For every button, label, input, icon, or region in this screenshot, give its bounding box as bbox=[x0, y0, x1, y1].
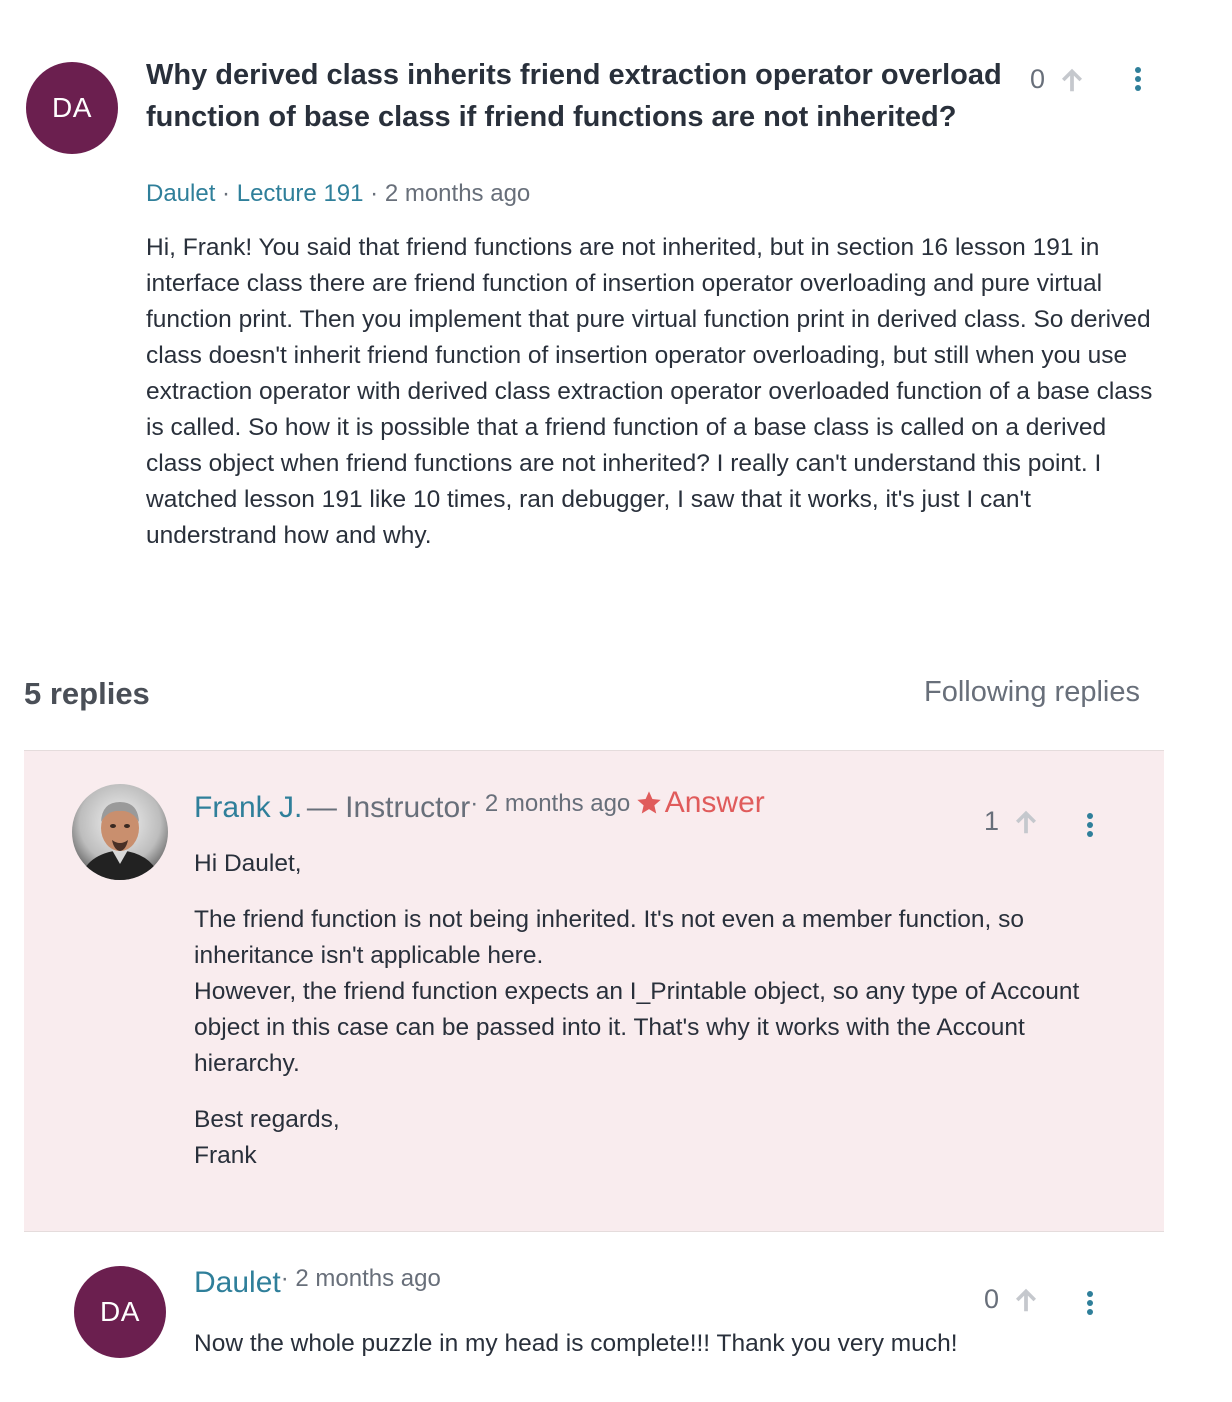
instructor-photo-image bbox=[72, 784, 168, 880]
reply-more-menu-icon[interactable] bbox=[1084, 1288, 1096, 1318]
avatar-initials: DA bbox=[100, 1296, 140, 1327]
star-icon bbox=[637, 791, 661, 814]
instructor-role: — Instructor bbox=[306, 791, 471, 824]
question-vote-count: 0 bbox=[1030, 64, 1046, 94]
question-time: 2 months ago bbox=[384, 180, 531, 207]
answer-paragraph: Frank bbox=[194, 1142, 257, 1169]
arrow-up-icon[interactable] bbox=[1011, 807, 1041, 837]
answer-paragraph: Hi Daulet, bbox=[194, 850, 302, 877]
reply-vote: 0 bbox=[984, 1284, 1041, 1315]
answer-body: Hi Daulet, The friend function is not be… bbox=[194, 846, 1114, 1174]
reply-avatar[interactable]: DA bbox=[74, 1266, 166, 1358]
reply-time: · 2 months ago bbox=[280, 1265, 441, 1292]
question-author-link[interactable]: Daulet bbox=[146, 180, 215, 207]
following-replies-toggle[interactable]: Following replies bbox=[924, 676, 1140, 709]
reply-header: Daulet· 2 months ago bbox=[194, 1265, 441, 1300]
answer-more-menu-icon[interactable] bbox=[1084, 810, 1096, 840]
reply-body: Now the whole puzzle in my head is compl… bbox=[194, 1330, 958, 1357]
answer-paragraph: However, the friend function expects an … bbox=[194, 978, 1080, 1077]
answer-badge: Answer bbox=[635, 786, 765, 820]
reply-author-link[interactable]: Daulet bbox=[194, 1266, 281, 1299]
arrow-up-icon[interactable] bbox=[1011, 1285, 1041, 1315]
meta-separator: · bbox=[370, 180, 385, 207]
answer-vote-count: 1 bbox=[984, 806, 1000, 836]
reply-vote-count: 0 bbox=[984, 1284, 1000, 1314]
question-more-menu-icon[interactable] bbox=[1132, 64, 1144, 94]
answer-paragraph: Best regards, bbox=[194, 1106, 340, 1133]
avatar-initials: DA bbox=[52, 92, 92, 123]
question-body: Hi, Frank! You said that friend function… bbox=[146, 234, 1153, 549]
answer-vote: 1 bbox=[984, 806, 1041, 837]
question-vote: 0 bbox=[1030, 64, 1087, 95]
answer-label: Answer bbox=[664, 786, 765, 819]
meta-separator: · bbox=[222, 180, 237, 207]
instructor-name-link[interactable]: Frank J. bbox=[194, 791, 302, 824]
question-avatar[interactable]: DA bbox=[26, 62, 118, 154]
answer-header: Frank J. — Instructor· 2 months ago Answ… bbox=[194, 786, 765, 825]
replies-count: 5 replies bbox=[24, 676, 150, 711]
question-title[interactable]: Why derived class inherits friend extrac… bbox=[146, 54, 1026, 138]
answer-time: · 2 months ago bbox=[470, 790, 631, 817]
arrow-up-icon[interactable] bbox=[1057, 65, 1087, 95]
question-lecture-link[interactable]: Lecture 191 bbox=[237, 180, 364, 207]
question-meta: Daulet · Lecture 191 · 2 months ago bbox=[146, 180, 530, 208]
instructor-avatar[interactable] bbox=[72, 784, 168, 880]
answer-paragraph: The friend function is not being inherit… bbox=[194, 906, 1024, 969]
